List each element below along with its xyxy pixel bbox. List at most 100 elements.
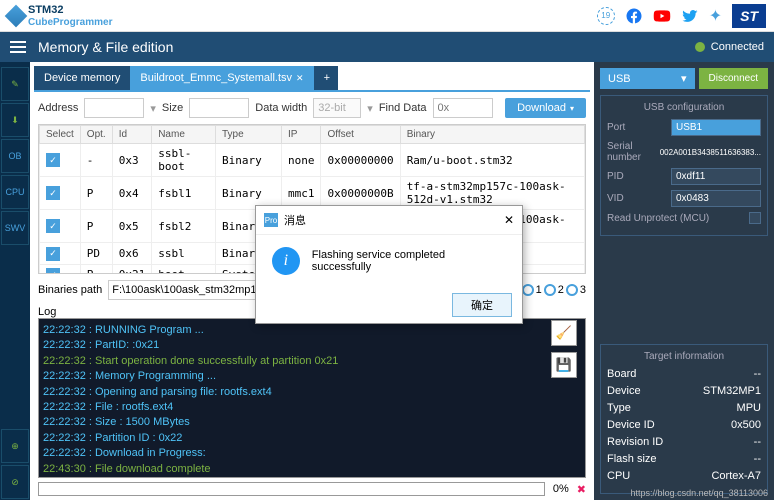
header-icons: 19 ✦ ST	[597, 4, 766, 28]
log-line: 22:22:32 : Partition ID : 0x22	[43, 431, 581, 446]
status-dot-icon	[695, 42, 705, 52]
nav-download[interactable]: ⬇	[1, 103, 29, 137]
app-logo: STM32 CubeProgrammer	[8, 4, 112, 28]
cube-icon	[5, 4, 28, 27]
log-line: 22:22:32 : Memory Programming ...	[43, 369, 581, 384]
progress-pct: 0%	[553, 483, 569, 495]
info-icon: i	[272, 247, 300, 275]
target-info-title: Target information	[607, 351, 761, 362]
app-icon: Pro	[264, 213, 278, 227]
vid-label: VID	[607, 193, 624, 204]
chevron-down-icon: ▾	[681, 72, 687, 85]
radio-2[interactable]	[544, 284, 556, 296]
youtube-icon[interactable]	[653, 7, 671, 25]
tab-device-memory[interactable]: Device memory	[34, 66, 130, 90]
checkbox-icon[interactable]: ✓	[46, 186, 60, 200]
nav-swv[interactable]: SWV	[1, 211, 29, 245]
checkbox-icon[interactable]: ✓	[46, 247, 60, 261]
tab-buildroot-file[interactable]: Buildroot_Emmc_Systemall.tsv✕	[130, 66, 313, 90]
binaries-path-label: Binaries path	[38, 284, 102, 296]
radio-1[interactable]	[522, 284, 534, 296]
section-header: Memory & File edition Connected	[0, 32, 774, 62]
port-select[interactable]	[671, 119, 761, 136]
log-line: 22:22:32 : Start operation done successf…	[43, 354, 581, 369]
sn-value: 002A001B3438511636383...	[660, 148, 761, 157]
nav-edit[interactable]: ✎	[1, 67, 29, 101]
tabs: Device memory Buildroot_Emmc_Systemall.t…	[34, 66, 590, 92]
vid-input[interactable]	[671, 190, 761, 207]
badge-icon: 19	[597, 7, 615, 25]
app-header: STM32 CubeProgrammer 19 ✦ ST	[0, 0, 774, 32]
col-opt: Opt.	[80, 126, 112, 144]
checkbox-icon[interactable]: ✓	[46, 153, 60, 167]
log-line: 22:22:32 : Download in Progress:	[43, 446, 581, 461]
log-body[interactable]: 22:22:32 : RUNNING Program ... 22:22:32 …	[39, 319, 585, 477]
target-info-panel: Target information Board-- DeviceSTM32MP…	[600, 344, 768, 494]
dialog-message: Flashing service completed successfully	[312, 249, 506, 273]
radio-3[interactable]	[566, 284, 578, 296]
col-ip: IP	[281, 126, 321, 144]
log-panel: 22:22:32 : RUNNING Program ... 22:22:32 …	[38, 318, 586, 478]
address-input[interactable]	[84, 98, 144, 118]
find-input[interactable]	[433, 98, 493, 118]
port-label: Port	[607, 122, 625, 133]
logo-line1: STM32	[28, 4, 63, 16]
log-line: 22:22:32 : PartID: :0x21	[43, 338, 581, 353]
logo-line2: CubeProgrammer	[28, 17, 112, 28]
tab-add[interactable]: +	[314, 66, 338, 90]
nav-cpu[interactable]: CPU	[1, 175, 29, 209]
col-name: Name	[152, 126, 216, 144]
col-offset: Offset	[321, 126, 400, 144]
right-panel: USB▾ Disconnect USB configuration Port S…	[594, 62, 774, 500]
nav-ob[interactable]: OB	[1, 139, 29, 173]
checkbox-icon[interactable]: ✓	[46, 219, 60, 233]
width-dropdown-icon[interactable]: ▾	[367, 102, 373, 115]
progress-row: 0% ✖	[30, 478, 594, 500]
close-icon[interactable]: ✕	[296, 73, 304, 84]
read-unprotect-label: Read Unprotect (MCU)	[607, 213, 709, 224]
menu-icon[interactable]	[4, 35, 32, 59]
size-input[interactable]	[189, 98, 249, 118]
find-label: Find Data	[379, 102, 427, 114]
nav-target[interactable]: ⊕	[1, 429, 29, 463]
usb-dropdown[interactable]: USB▾	[600, 68, 695, 89]
width-select[interactable]	[313, 98, 361, 118]
read-unprotect-checkbox[interactable]	[749, 212, 761, 224]
col-binary: Binary	[400, 126, 584, 144]
watermark: https://blog.csdn.net/qq_38113006	[631, 488, 768, 498]
log-label: Log	[38, 306, 56, 318]
nav-help[interactable]: ⊘	[1, 465, 29, 499]
section-title: Memory & File edition	[38, 39, 173, 55]
pid-input[interactable]	[671, 168, 761, 185]
table-row[interactable]: ✓-0x3ssbl-bootBinarynone0x00000000Ram/u-…	[40, 144, 585, 177]
dialog-titlebar: Pro 消息 ✕	[256, 206, 522, 235]
width-label: Data width	[255, 102, 307, 114]
size-label: Size	[162, 102, 183, 114]
disconnect-button[interactable]: Disconnect	[699, 68, 768, 89]
col-type: Type	[215, 126, 281, 144]
cancel-icon[interactable]: ✖	[577, 483, 586, 496]
st-logo: ST	[732, 4, 766, 28]
message-dialog: Pro 消息 ✕ i Flashing service completed su…	[255, 205, 523, 324]
ok-button[interactable]: 确定	[452, 293, 512, 317]
log-line: 22:22:32 : Opening and parsing file: roo…	[43, 385, 581, 400]
log-line: 22:22:32 : File : rootfs.ext4	[43, 400, 581, 415]
log-line: 22:43:30 : File download complete	[43, 462, 581, 477]
col-id: Id	[112, 126, 152, 144]
share-icon[interactable]: ✦	[709, 6, 722, 26]
progress-bar	[38, 482, 545, 496]
download-button[interactable]: Download	[505, 98, 586, 118]
usb-config-title: USB configuration	[607, 102, 761, 113]
twitter-icon[interactable]	[681, 7, 699, 25]
dialog-title: 消息	[284, 212, 306, 228]
facebook-icon[interactable]	[625, 7, 643, 25]
address-dropdown-icon[interactable]: ▾	[150, 102, 156, 115]
usb-config-panel: USB configuration Port Serial number002A…	[600, 95, 768, 236]
log-disk-icon[interactable]: 💾	[551, 352, 577, 378]
log-save-icon[interactable]: 🧹	[551, 320, 577, 346]
pid-label: PID	[607, 171, 624, 182]
toolbar: Address ▾ Size Data width ▾ Find Data Do…	[30, 92, 594, 124]
sn-label: Serial number	[607, 141, 660, 163]
close-icon[interactable]: ✕	[504, 213, 514, 227]
address-label: Address	[38, 102, 78, 114]
